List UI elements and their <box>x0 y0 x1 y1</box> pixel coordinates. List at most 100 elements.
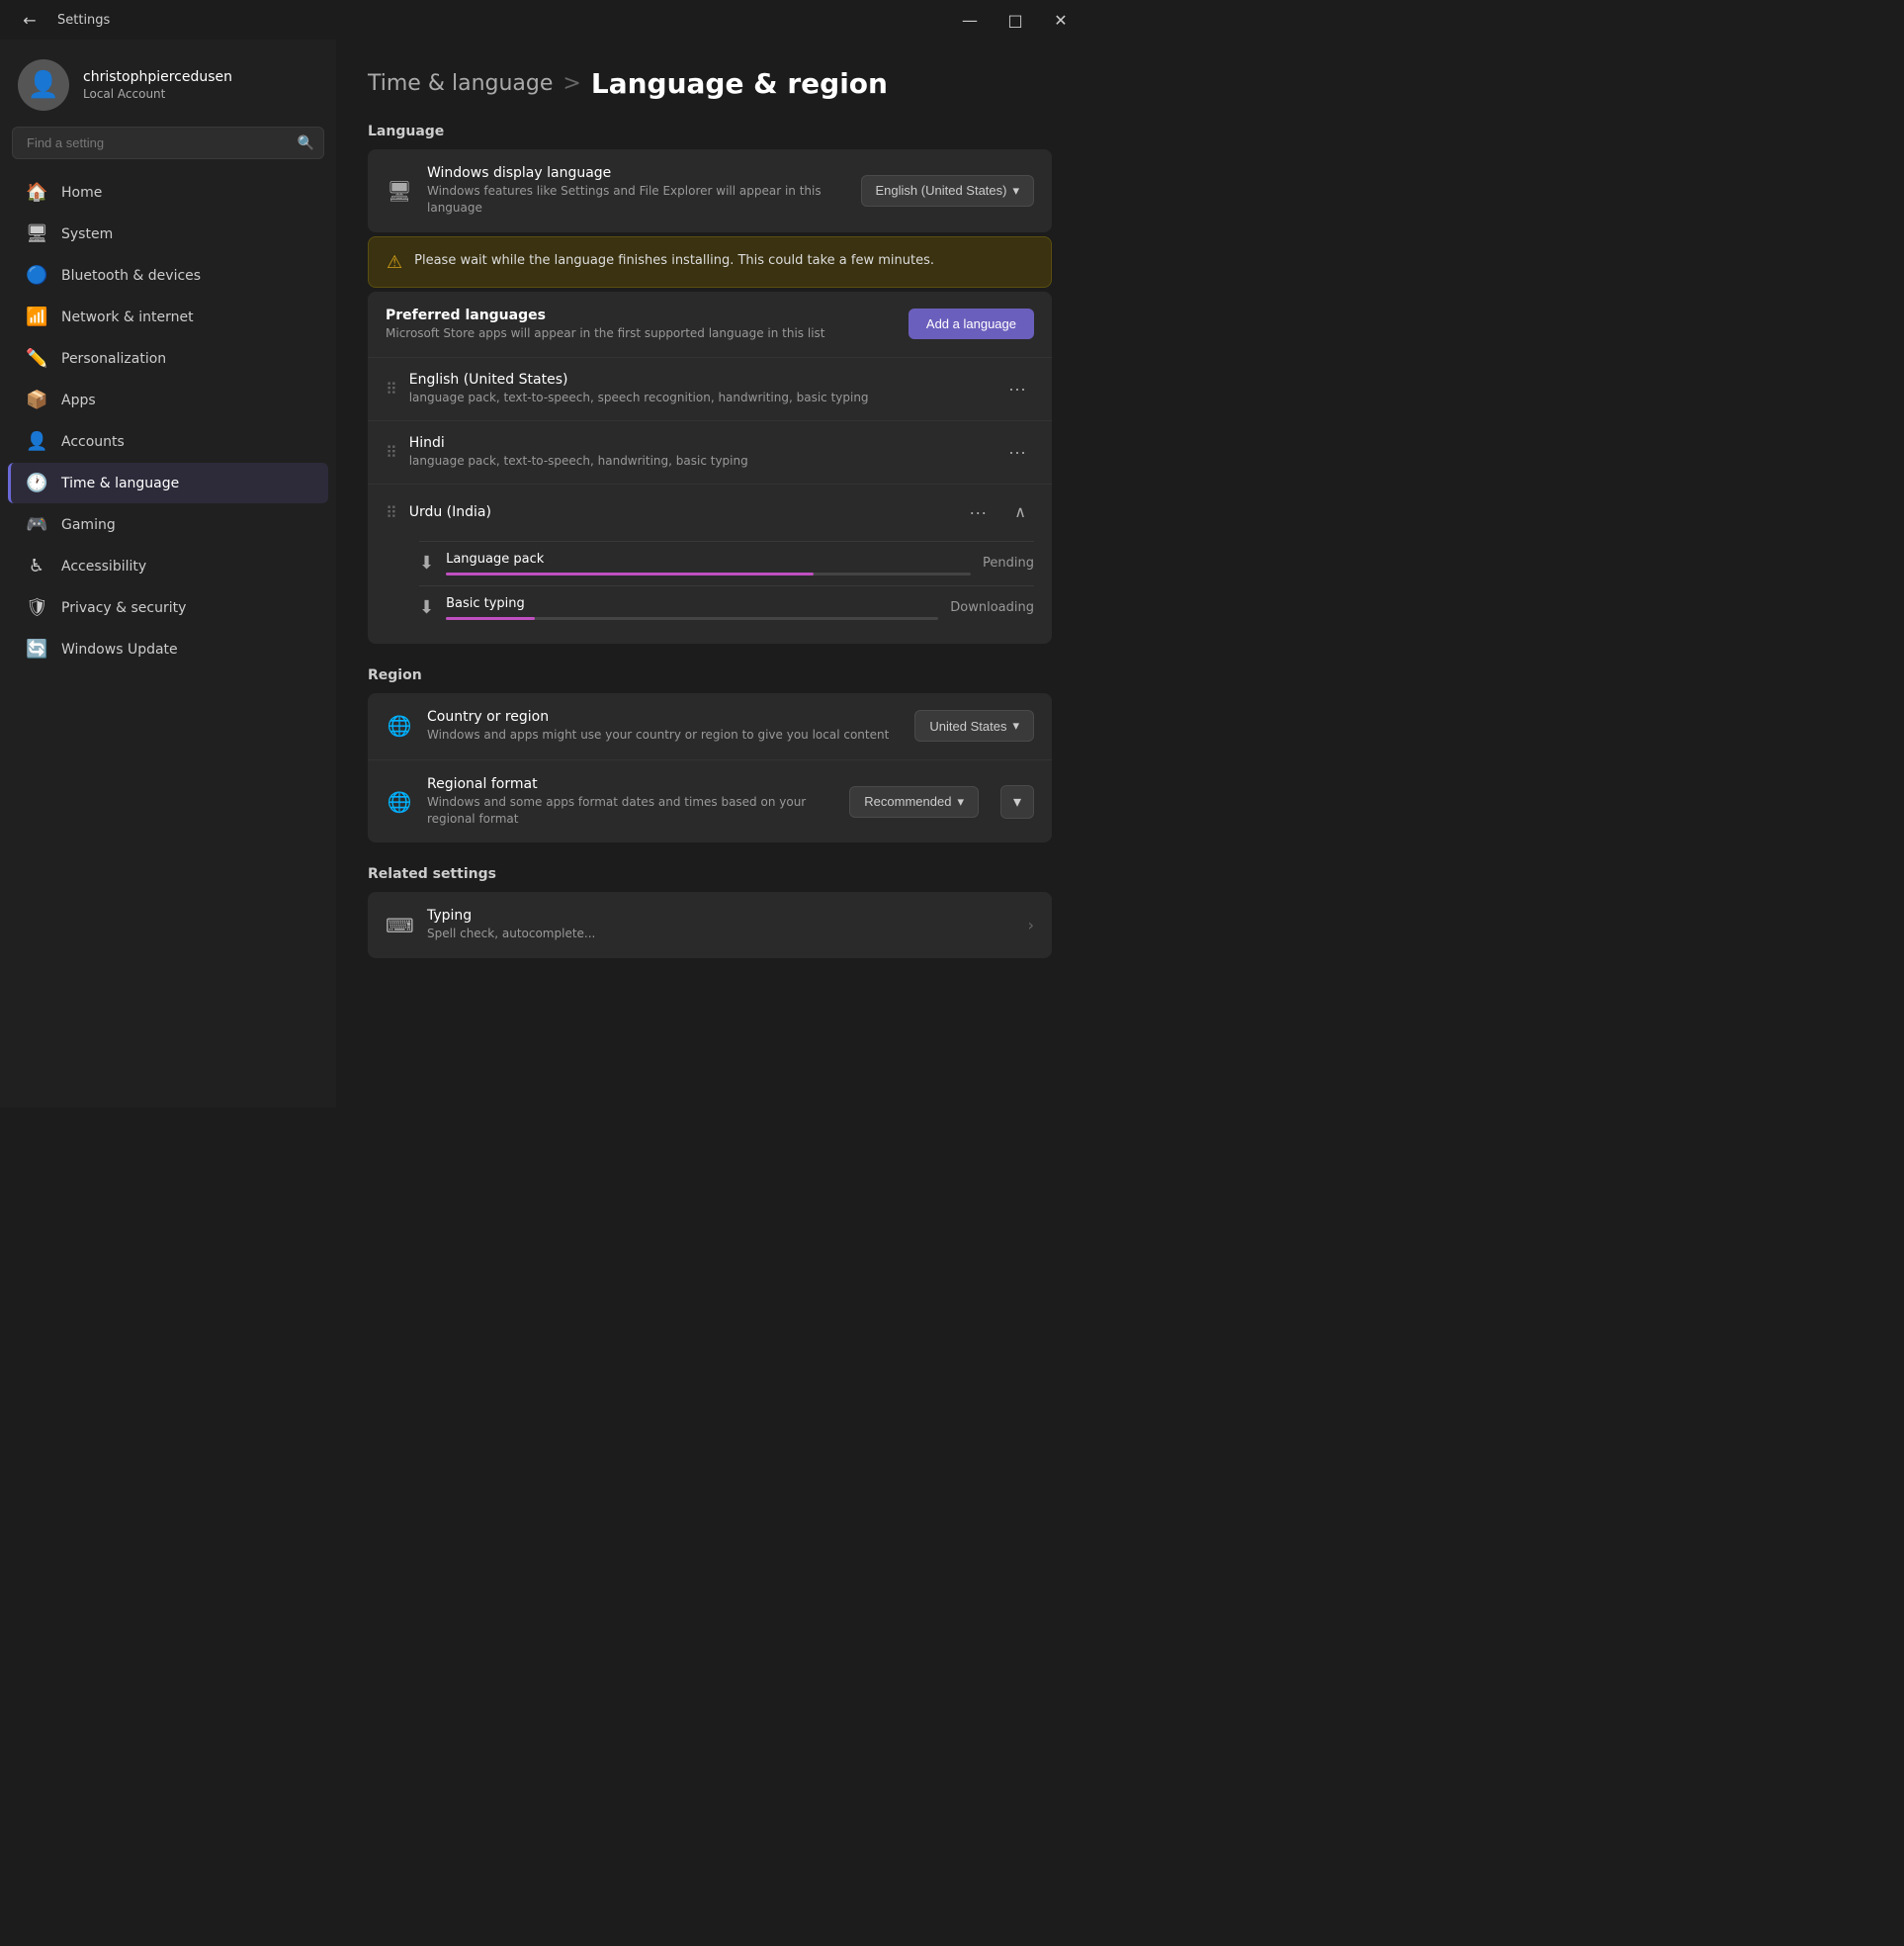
typing-text: Typing Spell check, autocomplete... <box>427 908 1014 942</box>
lang-detail: language pack, text-to-speech, handwriti… <box>409 453 989 470</box>
lang-more-button[interactable]: ··· <box>1000 375 1034 403</box>
window-controls: — □ ✕ <box>947 0 1083 40</box>
display-lang-dropdown[interactable]: English (United States) ▾ <box>861 175 1034 207</box>
warning-icon: ⚠ <box>387 252 402 273</box>
related-section-label: Related settings <box>368 866 1052 882</box>
country-icon: 🌐 <box>386 714 413 738</box>
user-profile: 👤 christophpiercedusen Local Account <box>0 40 336 127</box>
nav-label-windows-update: Windows Update <box>61 642 178 658</box>
preferred-languages-header: Preferred languages Microsoft Store apps… <box>368 292 1052 358</box>
nav-label-apps: Apps <box>61 393 96 408</box>
chevron-right-icon: › <box>1028 916 1034 934</box>
titlebar: ← Settings — □ ✕ <box>0 0 1083 40</box>
nav-icon-privacy-security: 🛡 <box>26 597 47 618</box>
lang-more-button[interactable]: ··· <box>961 498 995 527</box>
app-title: Settings <box>57 13 110 28</box>
format-text: Regional format Windows and some apps fo… <box>427 776 835 828</box>
language-section-label: Language <box>368 124 1052 139</box>
sidebar-item-windows-update[interactable]: 🔄 Windows Update <box>8 629 328 669</box>
related-section: Related settings ⌨ Typing Spell check, a… <box>368 866 1052 958</box>
nav-label-time-language: Time & language <box>61 476 179 491</box>
nav-label-system: System <box>61 226 113 242</box>
titlebar-left: ← Settings <box>12 0 110 40</box>
download-status: Pending <box>983 556 1034 571</box>
typing-title: Typing <box>427 908 1014 924</box>
download-name: Basic typing <box>446 596 938 611</box>
sidebar-item-personalization[interactable]: ✏️ Personalization <box>8 338 328 379</box>
windows-display-language-card: 🖥 Windows display language Windows featu… <box>368 149 1052 232</box>
drag-handle[interactable]: ⠿ <box>386 443 397 462</box>
lang-collapse-button[interactable]: ∧ <box>1006 498 1034 526</box>
nav-icon-network: 📶 <box>26 307 47 327</box>
lang-name: Urdu (India) <box>409 504 950 520</box>
user-role: Local Account <box>83 87 232 101</box>
lang-name: Hindi <box>409 435 989 451</box>
progress-fill <box>446 573 814 575</box>
lang-expanded-header: ⠿ Urdu (India) ··· ∧ <box>368 485 1052 541</box>
search-icon: 🔍 <box>298 135 314 151</box>
sidebar-item-accessibility[interactable]: ♿ Accessibility <box>8 546 328 586</box>
format-icon: 🌐 <box>386 790 413 814</box>
search-input[interactable] <box>12 127 324 159</box>
nav-label-personalization: Personalization <box>61 351 166 367</box>
close-button[interactable]: ✕ <box>1038 0 1083 40</box>
sidebar-item-apps[interactable]: 📦 Apps <box>8 380 328 420</box>
minimize-button[interactable]: — <box>947 0 993 40</box>
page-title: Language & region <box>591 67 888 100</box>
avatar: 👤 <box>18 59 69 111</box>
add-language-button[interactable]: Add a language <box>909 309 1034 339</box>
typing-subtitle: Spell check, autocomplete... <box>427 926 1014 942</box>
lang-more-button[interactable]: ··· <box>1000 438 1034 467</box>
sidebar-item-system[interactable]: 🖥 System <box>8 214 328 254</box>
breadcrumb: Time & language > Language & region <box>368 67 1052 100</box>
lang-downloads: ⬇ Language pack Pending ⬇ <box>368 541 1052 644</box>
download-icon: ⬇ <box>419 553 434 574</box>
language-list: ⠿ English (United States) language pack,… <box>368 357 1052 644</box>
sidebar-item-privacy-security[interactable]: 🛡 Privacy & security <box>8 587 328 628</box>
format-expand-button[interactable]: ▾ <box>1000 785 1034 819</box>
country-subtitle: Windows and apps might use your country … <box>427 727 901 744</box>
chevron-down-icon: ▾ <box>957 794 964 810</box>
drag-handle[interactable]: ⠿ <box>386 380 397 398</box>
download-info: Language pack <box>446 552 971 575</box>
display-lang-text: Windows display language Windows feature… <box>427 165 847 217</box>
typing-row[interactable]: ⌨ Typing Spell check, autocomplete... › <box>368 892 1052 958</box>
maximize-button[interactable]: □ <box>993 0 1038 40</box>
warning-text: Please wait while the language finishes … <box>414 251 934 271</box>
regional-format-row: 🌐 Regional format Windows and some apps … <box>368 760 1052 843</box>
country-dropdown[interactable]: United States ▾ <box>914 710 1034 742</box>
sidebar-item-time-language[interactable]: 🕐 Time & language <box>8 463 328 503</box>
format-dropdown[interactable]: Recommended ▾ <box>849 786 979 818</box>
progress-bar <box>446 617 938 620</box>
country-title: Country or region <box>427 709 901 725</box>
preferred-lang-subtitle: Microsoft Store apps will appear in the … <box>386 325 825 342</box>
country-row: 🌐 Country or region Windows and apps mig… <box>368 693 1052 760</box>
back-button[interactable]: ← <box>12 0 47 40</box>
country-text: Country or region Windows and apps might… <box>427 709 901 744</box>
content-area: Time & language > Language & region Lang… <box>336 40 1083 1107</box>
sidebar-item-home[interactable]: 🏠 Home <box>8 172 328 213</box>
nav-icon-gaming: 🎮 <box>26 514 47 535</box>
nav-icon-personalization: ✏️ <box>26 348 47 369</box>
nav-icon-home: 🏠 <box>26 182 47 203</box>
user-info: christophpiercedusen Local Account <box>83 69 232 101</box>
display-lang-title: Windows display language <box>427 165 847 181</box>
sidebar-item-accounts[interactable]: 👤 Accounts <box>8 421 328 462</box>
sidebar-item-network[interactable]: 📶 Network & internet <box>8 297 328 337</box>
nav-icon-accessibility: ♿ <box>26 556 47 576</box>
lang-name: English (United States) <box>409 372 989 388</box>
region-section: Region 🌐 Country or region Windows and a… <box>368 667 1052 842</box>
related-card: ⌨ Typing Spell check, autocomplete... › <box>368 892 1052 958</box>
nav-icon-time-language: 🕐 <box>26 473 47 493</box>
download-info: Basic typing <box>446 596 938 620</box>
nav-label-network: Network & internet <box>61 310 194 325</box>
username: christophpiercedusen <box>83 69 232 85</box>
sidebar-item-gaming[interactable]: 🎮 Gaming <box>8 504 328 545</box>
region-section-label: Region <box>368 667 1052 683</box>
sidebar-item-bluetooth[interactable]: 🔵 Bluetooth & devices <box>8 255 328 296</box>
sidebar: 👤 christophpiercedusen Local Account 🔍 🏠… <box>0 40 336 1107</box>
preferred-lang-title: Preferred languages <box>386 308 825 323</box>
region-card: 🌐 Country or region Windows and apps mig… <box>368 693 1052 842</box>
nav-label-accounts: Accounts <box>61 434 125 450</box>
drag-handle[interactable]: ⠿ <box>386 503 397 522</box>
